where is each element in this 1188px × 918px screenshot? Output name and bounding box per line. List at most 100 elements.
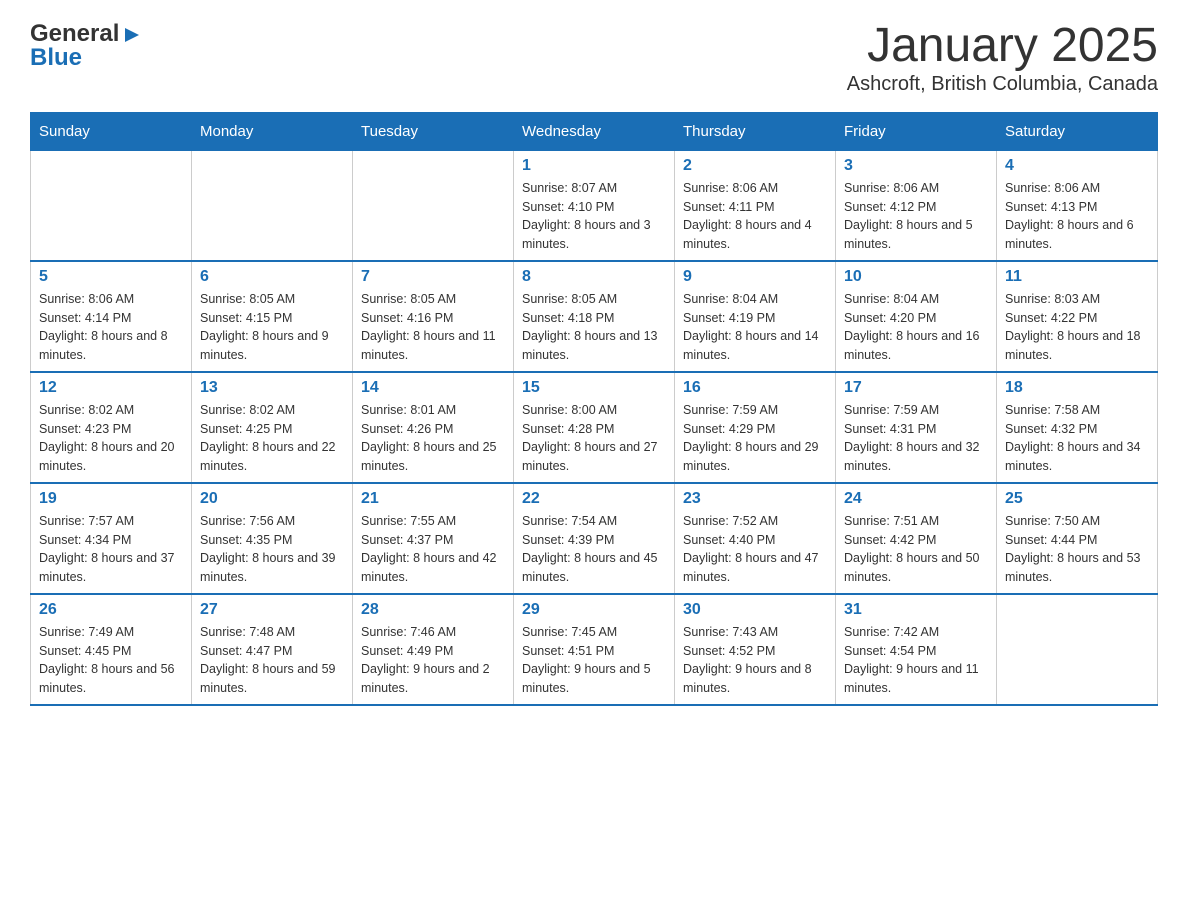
calendar-cell: 30 Sunrise: 7:43 AMSunset: 4:52 PMDayligh… (675, 594, 836, 705)
day-info: Sunrise: 8:02 AMSunset: 4:23 PMDaylight:… (39, 401, 183, 476)
calendar-cell: 9 Sunrise: 8:04 AMSunset: 4:19 PMDaylight… (675, 261, 836, 372)
day-number: 10 (844, 268, 988, 286)
day-info: Sunrise: 7:52 AMSunset: 4:40 PMDaylight:… (683, 512, 827, 587)
day-info: Sunrise: 7:50 AMSunset: 4:44 PMDaylight:… (1005, 512, 1149, 587)
day-number: 7 (361, 268, 505, 286)
day-info: Sunrise: 8:04 AMSunset: 4:20 PMDaylight:… (844, 290, 988, 365)
day-number: 12 (39, 379, 183, 397)
day-number: 29 (522, 601, 666, 619)
calendar-cell: 27 Sunrise: 7:48 AMSunset: 4:47 PMDayligh… (192, 594, 353, 705)
day-header-sunday: Sunday (31, 112, 192, 150)
logo: General Blue (30, 20, 143, 72)
day-info: Sunrise: 8:05 AMSunset: 4:16 PMDaylight:… (361, 290, 505, 365)
day-info: Sunrise: 8:01 AMSunset: 4:26 PMDaylight:… (361, 401, 505, 476)
calendar-cell: 24 Sunrise: 7:51 AMSunset: 4:42 PMDayligh… (836, 483, 997, 594)
day-header-monday: Monday (192, 112, 353, 150)
calendar-cell: 19 Sunrise: 7:57 AMSunset: 4:34 PMDayligh… (31, 483, 192, 594)
day-header-wednesday: Wednesday (514, 112, 675, 150)
day-info: Sunrise: 8:04 AMSunset: 4:19 PMDaylight:… (683, 290, 827, 365)
calendar-cell (31, 150, 192, 261)
week-row-3: 12 Sunrise: 8:02 AMSunset: 4:23 PMDayligh… (31, 372, 1158, 483)
day-number: 15 (522, 379, 666, 397)
days-of-week-row: SundayMondayTuesdayWednesdayThursdayFrid… (31, 112, 1158, 150)
calendar-cell: 16Sunrise: 7:59 AMSunset: 4:29 PMDayligh… (675, 372, 836, 483)
day-number: 3 (844, 157, 988, 175)
day-info: Sunrise: 8:06 AMSunset: 4:13 PMDaylight:… (1005, 179, 1149, 254)
logo-triangle-icon (121, 24, 143, 46)
calendar-cell: 3 Sunrise: 8:06 AMSunset: 4:12 PMDaylight… (836, 150, 997, 261)
day-info: Sunrise: 7:45 AMSunset: 4:51 PMDaylight:… (522, 623, 666, 698)
day-info: Sunrise: 7:48 AMSunset: 4:47 PMDaylight:… (200, 623, 344, 698)
calendar-cell: 25Sunrise: 7:50 AMSunset: 4:44 PMDayligh… (997, 483, 1158, 594)
day-number: 6 (200, 268, 344, 286)
day-info: Sunrise: 7:57 AMSunset: 4:34 PMDaylight:… (39, 512, 183, 587)
day-info: Sunrise: 8:03 AMSunset: 4:22 PMDaylight:… (1005, 290, 1149, 365)
day-info: Sunrise: 7:42 AMSunset: 4:54 PMDaylight:… (844, 623, 988, 698)
calendar-cell: 28 Sunrise: 7:46 AMSunset: 4:49 PMDayligh… (353, 594, 514, 705)
calendar-header: SundayMondayTuesdayWednesdayThursdayFrid… (31, 112, 1158, 150)
day-info: Sunrise: 7:59 AMSunset: 4:29 PMDaylight:… (683, 401, 827, 476)
day-info: Sunrise: 7:56 AMSunset: 4:35 PMDaylight:… (200, 512, 344, 587)
calendar-cell: 6 Sunrise: 8:05 AMSunset: 4:15 PMDaylight… (192, 261, 353, 372)
calendar-cell: 13Sunrise: 8:02 AMSunset: 4:25 PMDayligh… (192, 372, 353, 483)
calendar-cell: 26Sunrise: 7:49 AMSunset: 4:45 PMDayligh… (31, 594, 192, 705)
day-info: Sunrise: 7:46 AMSunset: 4:49 PMDaylight:… (361, 623, 505, 698)
day-info: Sunrise: 7:43 AMSunset: 4:52 PMDaylight:… (683, 623, 827, 698)
calendar-cell: 29 Sunrise: 7:45 AMSunset: 4:51 PMDayligh… (514, 594, 675, 705)
day-number: 31 (844, 601, 988, 619)
day-info: Sunrise: 7:59 AMSunset: 4:31 PMDaylight:… (844, 401, 988, 476)
day-number: 22 (522, 490, 666, 508)
day-number: 11 (1005, 268, 1149, 286)
day-info: Sunrise: 7:51 AMSunset: 4:42 PMDaylight:… (844, 512, 988, 587)
calendar-cell (192, 150, 353, 261)
calendar-cell: 10 Sunrise: 8:04 AMSunset: 4:20 PMDayligh… (836, 261, 997, 372)
day-number: 27 (200, 601, 344, 619)
day-info: Sunrise: 7:49 AMSunset: 4:45 PMDaylight:… (39, 623, 183, 698)
calendar-table: SundayMondayTuesdayWednesdayThursdayFrid… (30, 112, 1158, 706)
day-info: Sunrise: 8:06 AMSunset: 4:11 PMDaylight:… (683, 179, 827, 254)
day-number: 23 (683, 490, 827, 508)
day-info: Sunrise: 8:05 AMSunset: 4:18 PMDaylight:… (522, 290, 666, 365)
calendar-cell: 14 Sunrise: 8:01 AMSunset: 4:26 PMDayligh… (353, 372, 514, 483)
week-row-4: 19 Sunrise: 7:57 AMSunset: 4:34 PMDayligh… (31, 483, 1158, 594)
day-info: Sunrise: 7:54 AMSunset: 4:39 PMDaylight:… (522, 512, 666, 587)
calendar-cell: 23 Sunrise: 7:52 AMSunset: 4:40 PMDayligh… (675, 483, 836, 594)
day-number: 30 (683, 601, 827, 619)
logo-blue-text: Blue (30, 44, 82, 72)
calendar-cell (997, 594, 1158, 705)
week-row-2: 5 Sunrise: 8:06 AMSunset: 4:14 PMDaylight… (31, 261, 1158, 372)
day-number: 28 (361, 601, 505, 619)
day-number: 17 (844, 379, 988, 397)
day-number: 8 (522, 268, 666, 286)
day-info: Sunrise: 7:55 AMSunset: 4:37 PMDaylight:… (361, 512, 505, 587)
calendar-cell: 17 Sunrise: 7:59 AMSunset: 4:31 PMDayligh… (836, 372, 997, 483)
calendar-cell: 12 Sunrise: 8:02 AMSunset: 4:23 PMDayligh… (31, 372, 192, 483)
day-info: Sunrise: 8:07 AMSunset: 4:10 PMDaylight:… (522, 179, 666, 254)
calendar-cell (353, 150, 514, 261)
day-number: 24 (844, 490, 988, 508)
day-number: 21 (361, 490, 505, 508)
week-row-1: 1Sunrise: 8:07 AMSunset: 4:10 PMDaylight… (31, 150, 1158, 261)
calendar-cell: 31 Sunrise: 7:42 AMSunset: 4:54 PMDayligh… (836, 594, 997, 705)
calendar-cell: 20Sunrise: 7:56 AMSunset: 4:35 PMDayligh… (192, 483, 353, 594)
day-info: Sunrise: 8:06 AMSunset: 4:14 PMDaylight:… (39, 290, 183, 365)
day-number: 19 (39, 490, 183, 508)
calendar-cell: 2 Sunrise: 8:06 AMSunset: 4:11 PMDaylight… (675, 150, 836, 261)
day-number: 18 (1005, 379, 1149, 397)
calendar-body: 1Sunrise: 8:07 AMSunset: 4:10 PMDaylight… (31, 150, 1158, 705)
calendar-cell: 18Sunrise: 7:58 AMSunset: 4:32 PMDayligh… (997, 372, 1158, 483)
day-number: 2 (683, 157, 827, 175)
day-header-thursday: Thursday (675, 112, 836, 150)
calendar-cell: 7 Sunrise: 8:05 AMSunset: 4:16 PMDaylight… (353, 261, 514, 372)
day-header-tuesday: Tuesday (353, 112, 514, 150)
day-info: Sunrise: 8:06 AMSunset: 4:12 PMDaylight:… (844, 179, 988, 254)
day-number: 9 (683, 268, 827, 286)
day-info: Sunrise: 8:05 AMSunset: 4:15 PMDaylight:… (200, 290, 344, 365)
day-number: 5 (39, 268, 183, 286)
calendar-cell: 5 Sunrise: 8:06 AMSunset: 4:14 PMDaylight… (31, 261, 192, 372)
day-number: 14 (361, 379, 505, 397)
calendar-cell: 8 Sunrise: 8:05 AMSunset: 4:18 PMDaylight… (514, 261, 675, 372)
calendar-cell: 21 Sunrise: 7:55 AMSunset: 4:37 PMDayligh… (353, 483, 514, 594)
week-row-5: 26Sunrise: 7:49 AMSunset: 4:45 PMDayligh… (31, 594, 1158, 705)
day-number: 4 (1005, 157, 1149, 175)
